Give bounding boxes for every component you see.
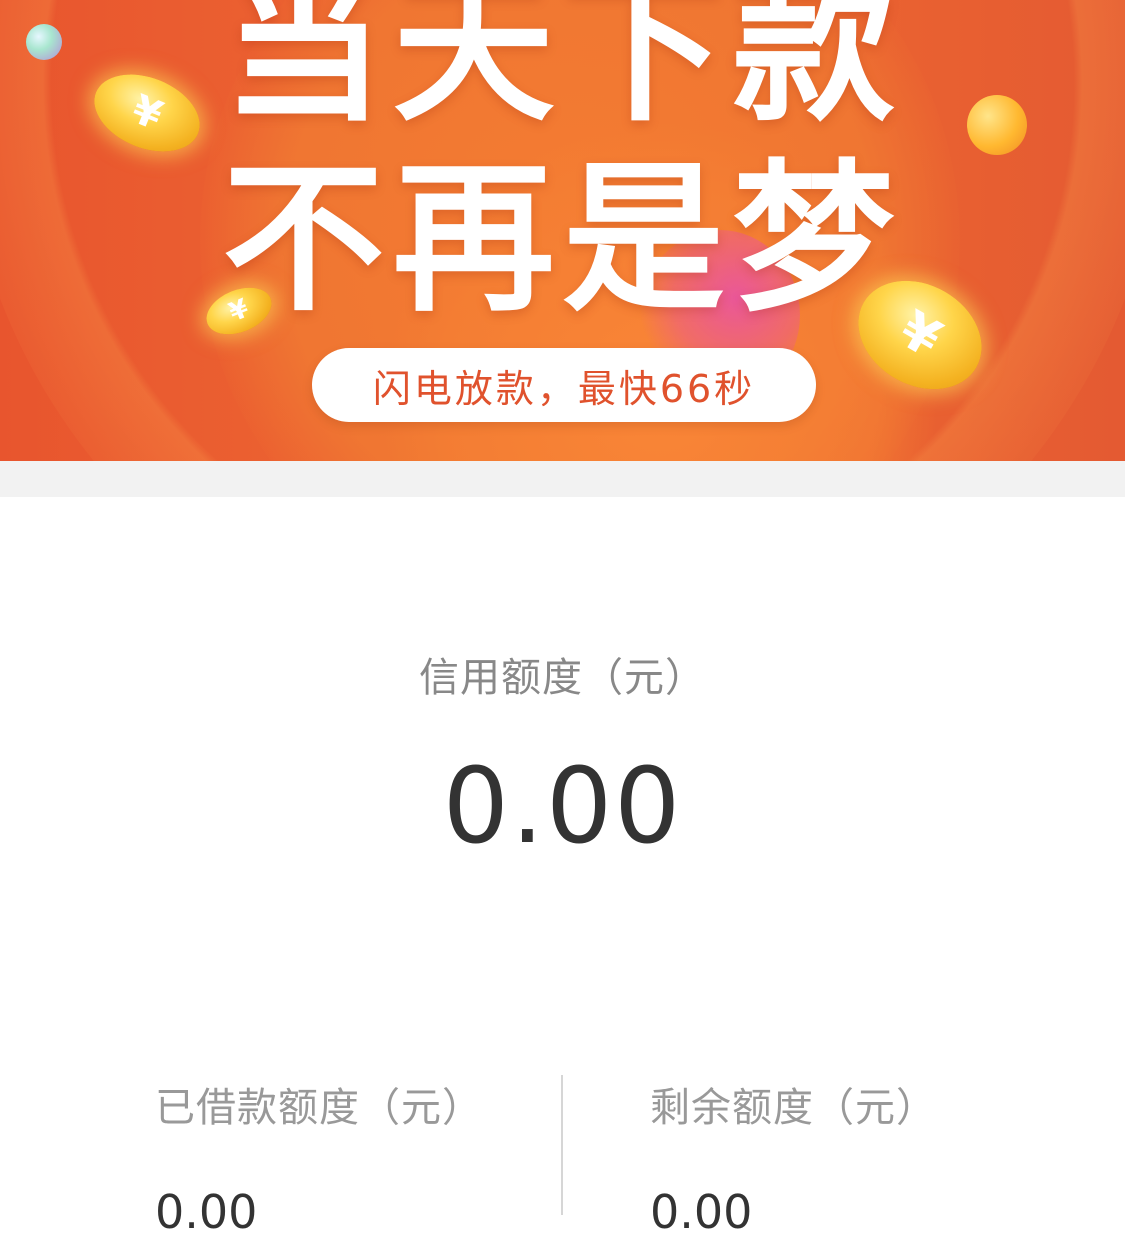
borrowed-amount-block: 已借款额度（元） 0.00 [155,1075,483,1239]
borrowed-amount-label: 已借款额度（元） [155,1085,483,1131]
banner-headline-line2: 不再是梦 [222,146,903,334]
banner-tagline-text: 闪电放款，最快66秒 [372,366,756,411]
banner-headline-line1: 当天下款 [222,0,903,144]
remaining-amount-block: 剩余额度（元） 0.00 [650,1075,937,1239]
borrowed-amount-value: 0.00 [155,1185,258,1239]
remaining-amount-label: 剩余额度（元） [650,1085,937,1131]
credit-limit-value: 0.00 [442,745,683,867]
section-divider [0,461,1125,497]
promo-banner[interactable]: ¥ ¥ ¥ 当天下款 不再是梦 闪电放款，最快66秒 [0,0,1125,461]
column-divider [561,1075,563,1215]
remaining-amount-value: 0.00 [650,1185,753,1239]
credit-limit-label: 信用额度（元） [419,655,706,701]
banner-tagline-pill: 闪电放款，最快66秒 [312,348,816,422]
